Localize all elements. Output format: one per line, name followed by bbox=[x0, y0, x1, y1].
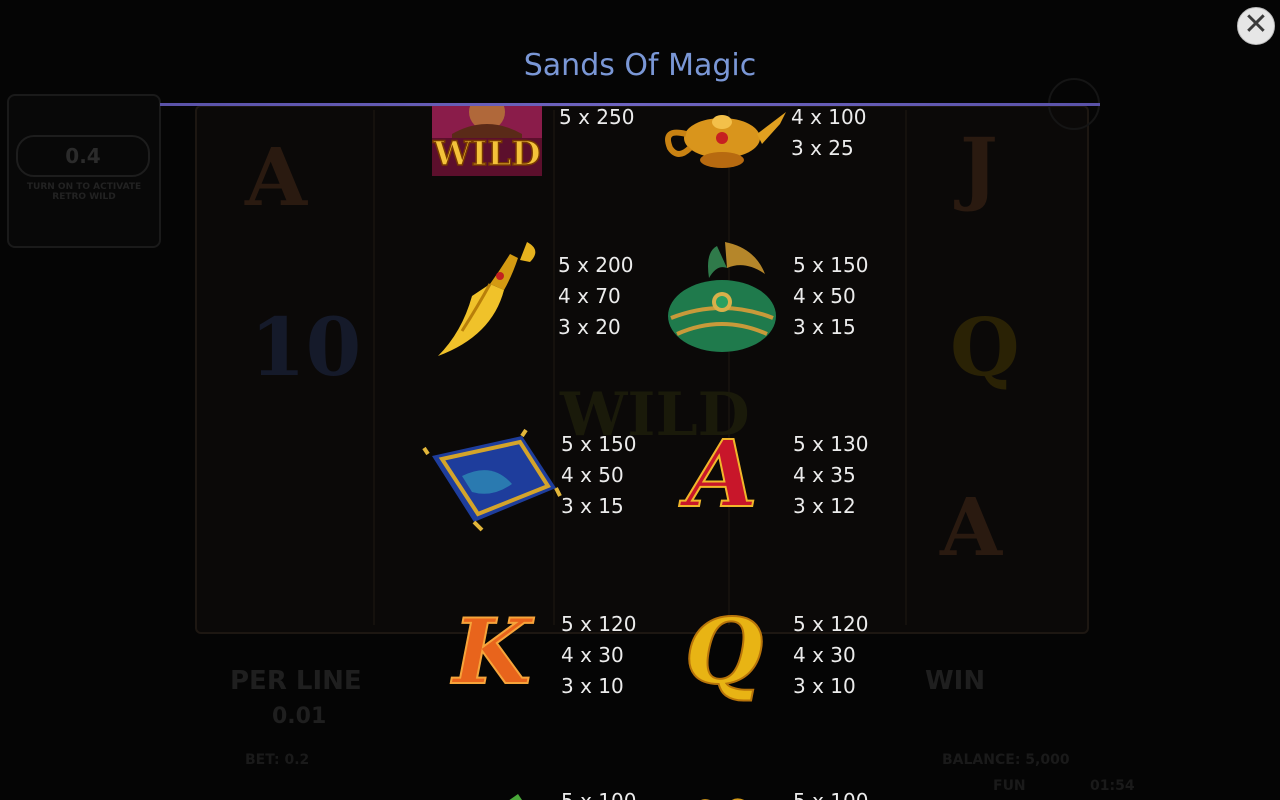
letter-a-icon: A bbox=[685, 420, 758, 528]
pay-line: 4 x 100 bbox=[791, 106, 867, 129]
paytable-title: Sands Of Magic bbox=[523, 48, 757, 83]
number-10-pays: 5 x 100 bbox=[793, 786, 868, 800]
pay-line: 4 x 50 bbox=[793, 284, 856, 308]
pay-line: 5 x 100 bbox=[561, 786, 636, 800]
pay-line: 3 x 10 bbox=[793, 674, 856, 698]
paytable-scroll-area[interactable]: WILD 5 x 250 4 x 100 3 x 25 5 x 200 4 x … bbox=[160, 106, 1100, 800]
pay-line: 3 x 15 bbox=[793, 315, 856, 339]
lamp-pays: 4 x 100 3 x 25 bbox=[791, 106, 866, 164]
pay-line: 5 x 150 bbox=[793, 253, 869, 277]
dagger-pays: 5 x 200 4 x 70 3 x 20 bbox=[558, 250, 633, 343]
letter-j-pays: 5 x 100 bbox=[561, 786, 636, 800]
pay-line: 3 x 15 bbox=[561, 494, 624, 518]
magic-carpet-icon bbox=[422, 426, 562, 540]
letter-q-pays: 5 x 120 4 x 30 3 x 10 bbox=[793, 609, 868, 702]
pay-line: 4 x 30 bbox=[561, 643, 624, 667]
carpet-pays: 5 x 150 4 x 50 3 x 15 bbox=[561, 429, 636, 522]
number-10-icon bbox=[688, 790, 758, 800]
retro-wild-value: 0.4 bbox=[16, 135, 150, 177]
pay-line: 4 x 50 bbox=[561, 463, 624, 487]
letter-a-pays: 5 x 130 4 x 35 3 x 12 bbox=[793, 429, 868, 522]
magic-lamp-icon bbox=[662, 106, 787, 182]
pay-line: 5 x 250 bbox=[559, 106, 635, 129]
wild-icon: WILD bbox=[432, 106, 542, 180]
pay-line: 3 x 25 bbox=[791, 136, 854, 160]
pay-line: 4 x 35 bbox=[793, 463, 856, 487]
wild-pays: 5 x 250 bbox=[559, 106, 634, 133]
retro-wild-text: TURN ON TO ACTIVATE RETRO WILD bbox=[26, 182, 142, 202]
pay-line: 4 x 30 bbox=[793, 643, 856, 667]
turban-icon bbox=[665, 238, 780, 362]
close-button[interactable]: ✕ bbox=[1237, 7, 1275, 45]
pay-line: 3 x 10 bbox=[561, 674, 624, 698]
pay-line: 5 x 130 bbox=[793, 432, 869, 456]
pay-line: 5 x 150 bbox=[561, 432, 637, 456]
pay-line: 5 x 120 bbox=[561, 612, 637, 636]
pay-line: 5 x 120 bbox=[793, 612, 869, 636]
dagger-icon bbox=[432, 236, 547, 365]
close-icon: ✕ bbox=[1243, 7, 1269, 42]
letter-j-icon bbox=[478, 790, 528, 800]
pay-line: 3 x 20 bbox=[558, 315, 621, 339]
pay-line: 3 x 12 bbox=[793, 494, 856, 518]
pay-line: 4 x 70 bbox=[558, 284, 621, 308]
turban-pays: 5 x 150 4 x 50 3 x 15 bbox=[793, 250, 868, 343]
pay-line: 5 x 100 bbox=[793, 786, 868, 800]
wild-label: WILD bbox=[433, 133, 542, 175]
pay-line: 5 x 200 bbox=[558, 253, 634, 277]
letter-k-pays: 5 x 120 4 x 30 3 x 10 bbox=[561, 609, 636, 702]
letter-k-icon: K bbox=[452, 599, 532, 705]
letter-q-icon: Q bbox=[684, 599, 764, 705]
